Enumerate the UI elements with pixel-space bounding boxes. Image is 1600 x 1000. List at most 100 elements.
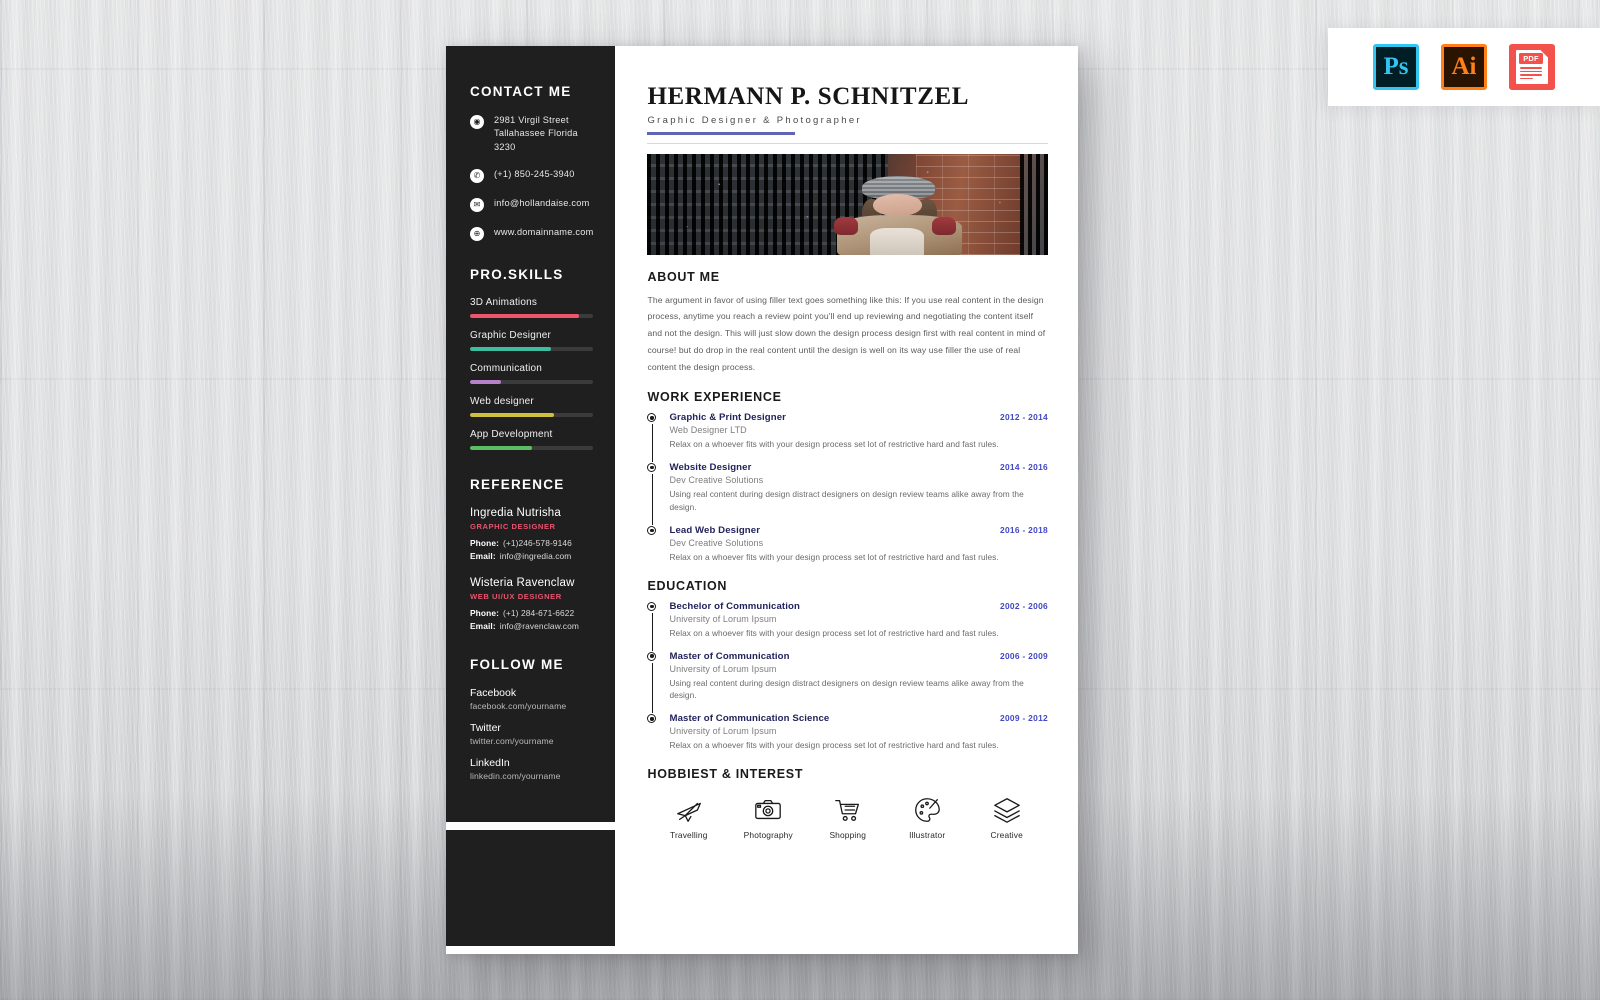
social-network-name: Twitter <box>470 722 501 735</box>
skills-list: 3D Animations Graphic Designer Communicati… <box>470 297 594 451</box>
timeline-description: Relax on a whoever fits with your design… <box>669 740 999 751</box>
skill-label: 3D Animations <box>470 297 538 309</box>
skill-bar-fill <box>470 314 579 319</box>
timeline-description: Relax on a whoever fits with your design… <box>669 551 999 562</box>
contact-item-text: www.domainname.com <box>494 227 594 238</box>
timeline-title-row: Website Designer 2014 - 2016 <box>669 462 1048 473</box>
social-item[interactable]: Facebook facebook.com/yourname <box>470 687 593 711</box>
contact-item[interactable]: ⊕ www.domainname.com <box>470 226 594 242</box>
contact-item-text: 2981 Virgil Street Tallahassee Florida 3… <box>494 115 578 152</box>
hobby-item[interactable]: Shopping <box>810 793 885 840</box>
contact-section: CONTACT ME ◉ 2981 Virgil Street Tallahass… <box>446 84 615 242</box>
timeline-marker-icon <box>647 463 657 473</box>
skill-bar-track <box>470 314 594 319</box>
timeline-organization: University of Lorum Ipsum <box>669 663 777 674</box>
timeline-title-row: Master of Communication Science 2009 - 20… <box>669 713 1048 724</box>
contact-item[interactable]: ◉ 2981 Virgil Street Tallahassee Florida … <box>470 114 593 154</box>
hobby-label: Creative <box>990 830 1023 841</box>
timeline-title: Master of Communication Science <box>669 713 830 725</box>
timeline-title-row: Lead Web Designer 2016 - 2018 <box>669 525 1048 536</box>
timeline-marker-icon <box>647 525 657 535</box>
education-item: Master of Communication 2006 - 2009 Univer… <box>647 650 1048 714</box>
page-title: HERMANN P. SCHNITZEL <box>647 83 970 110</box>
skill-bar-fill <box>470 347 552 352</box>
hobbies-section: HOBBIEST & INTEREST Travelling Photograph… <box>647 767 1048 840</box>
skill-label: Graphic Designer <box>470 330 552 342</box>
hobby-item[interactable]: Illustrator <box>890 793 965 840</box>
timeline-connector <box>651 662 653 714</box>
shopping-cart-icon <box>810 793 885 827</box>
timeline-description: Using real content during design distrac… <box>669 489 1024 512</box>
timeline-title-row: Graphic & Print Designer 2012 - 2014 <box>669 412 1048 423</box>
timeline-date: 2009 - 2012 <box>999 713 1048 724</box>
timeline-description: Relax on a whoever fits with your design… <box>669 439 999 450</box>
social-url: twitter.com/yourname <box>470 736 554 747</box>
location-icon: ◉ <box>470 115 484 129</box>
timeline-marker-icon <box>647 601 657 611</box>
resume-sheet: CONTACT ME ◉ 2981 Virgil Street Tallahass… <box>446 46 1078 954</box>
reference-role: WEB UI/UX DESIGNER <box>470 592 562 602</box>
experience-timeline: Graphic & Print Designer 2012 - 2014 Web D… <box>647 412 1048 563</box>
contact-list: ◉ 2981 Virgil Street Tallahassee Florida … <box>470 114 594 242</box>
hobby-item[interactable]: Travelling <box>651 793 726 840</box>
pdf-badge[interactable]: PDF <box>1509 44 1555 90</box>
reference-name: Wisteria Ravenclaw <box>470 577 575 590</box>
timeline-date: 2012 - 2014 <box>999 412 1048 423</box>
timeline-connector <box>651 474 653 525</box>
skills-heading: PRO.SKILLS <box>470 267 564 283</box>
hobby-item[interactable]: Creative <box>969 793 1044 840</box>
photoshop-badge[interactable]: Ps <box>1373 44 1419 90</box>
timeline-title: Lead Web Designer <box>669 524 761 536</box>
timeline-date: 2014 - 2016 <box>999 462 1048 473</box>
photoshop-badge-label: Ps <box>1383 53 1409 80</box>
skill-item: 3D Animations <box>470 297 594 319</box>
timeline-marker-icon <box>647 413 657 423</box>
skill-bar-track <box>470 413 594 418</box>
about-heading: ABOUT ME <box>647 269 720 284</box>
hobbies-list: Travelling Photography Shopping Illustrator… <box>647 793 1048 840</box>
skill-bar-track <box>470 446 594 451</box>
skill-item: Web designer <box>470 396 594 418</box>
education-item: Bechelor of Communication 2002 - 2006 Univ… <box>647 601 1048 651</box>
timeline-description: Using real content during design distrac… <box>669 677 1024 701</box>
skill-label: Communication <box>470 363 543 375</box>
reference-phone: Phone: (+1)246-578-9146 <box>470 538 572 549</box>
experience-heading: WORK EXPERIENCE <box>647 390 782 405</box>
illustrator-badge-label: Ai <box>1451 53 1477 80</box>
hobby-label: Illustrator <box>909 830 946 841</box>
illustrator-badge[interactable]: Ai <box>1441 44 1487 90</box>
skill-bar-fill <box>470 380 501 385</box>
social-item[interactable]: LinkedIn linkedin.com/yourname <box>470 757 593 781</box>
contact-item-text: info@hollandaise.com <box>494 198 590 209</box>
airplane-icon <box>651 793 726 827</box>
skill-item: Graphic Designer <box>470 330 594 352</box>
hobby-item[interactable]: Photography <box>731 793 806 840</box>
reference-list: Ingredia Nutrisha GRAPHIC DESIGNER Phone:(… <box>470 507 593 631</box>
timeline-organization: Dev Creative Solutions <box>669 537 764 548</box>
timeline-title-row: Bechelor of Communication 2002 - 2006 <box>669 601 1048 612</box>
timeline-organization: University of Lorum Ipsum <box>669 726 777 737</box>
timeline-date: 2016 - 2018 <box>999 524 1048 535</box>
social-url: linkedin.com/yourname <box>470 771 561 782</box>
timeline-marker-icon <box>647 714 657 724</box>
contact-item-text: (+1) 850-245-3940 <box>494 169 575 180</box>
follow-heading: FOLLOW ME <box>470 657 564 673</box>
follow-list: Facebook facebook.com/yourname Twitter twit… <box>470 687 593 781</box>
timeline-title: Graphic & Print Designer <box>669 412 786 424</box>
skill-label: Web designer <box>470 396 534 408</box>
timeline-date: 2006 - 2009 <box>999 650 1048 661</box>
timeline-date: 2002 - 2006 <box>999 600 1048 611</box>
timeline-description: Relax on a whoever fits with your design… <box>669 627 999 638</box>
reference-item: Wisteria Ravenclaw WEB UI/UX DESIGNER Phon… <box>470 577 593 631</box>
timeline-title: Master of Communication <box>669 650 790 662</box>
job-role: Graphic Designer & Photographer <box>647 115 862 126</box>
hobby-label: Shopping <box>829 830 867 841</box>
photo-snow <box>647 153 1048 255</box>
experience-item: Graphic & Print Designer 2012 - 2014 Web D… <box>647 412 1048 463</box>
social-item[interactable]: Twitter twitter.com/yourname <box>470 722 593 746</box>
reference-heading: REFERENCE <box>470 477 565 493</box>
phone-icon: ✆ <box>470 169 484 184</box>
contact-item[interactable]: ✉ info@hollandaise.com <box>470 197 593 213</box>
contact-item[interactable]: ✆ (+1) 850-245-3940 <box>470 168 593 184</box>
layers-icon <box>969 793 1044 827</box>
